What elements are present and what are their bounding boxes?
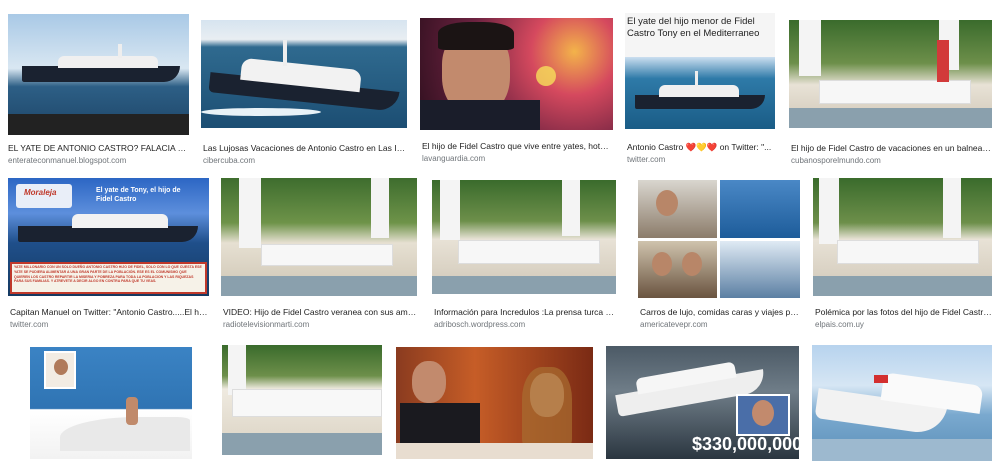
result-tile[interactable]	[222, 345, 382, 459]
yacht-deck-thumbnail[interactable]	[30, 347, 192, 459]
result-tile[interactable]: Polémica por las fotos del hijo de Fidel…	[813, 178, 992, 333]
result-caption[interactable]: Antonio Castro ❤️💛❤️ on Twitter: "...	[627, 141, 775, 153]
yacht-harbor-thumbnail[interactable]	[812, 345, 992, 461]
result-source: twitter.com	[627, 155, 666, 164]
result-source: elpais.com.uy	[815, 320, 864, 329]
result-tile[interactable]: El hijo de Fidel Castro que vive entre y…	[420, 18, 613, 168]
result-tile[interactable]: Carros de lujo, comidas caras y viajes p…	[638, 180, 800, 333]
beach-lounge-thumbnail[interactable]	[222, 345, 382, 455]
result-caption[interactable]: EL YATE DE ANTONIO CASTRO? FALACIA NOT..…	[8, 142, 189, 154]
result-caption[interactable]: Polémica por las fotos del hijo de Fidel…	[815, 306, 992, 318]
result-tile[interactable]: El hijo de Fidel Castro de vacaciones en…	[789, 20, 992, 168]
result-tile[interactable]	[812, 345, 992, 461]
beach-lounge-thumbnail[interactable]	[789, 20, 992, 128]
result-caption[interactable]: Capitan Manuel on Twitter: "Antonio Cast…	[10, 306, 209, 318]
result-source: americatevepr.com	[640, 320, 708, 329]
result-caption[interactable]: VIDEO: Hijo de Fidel Castro veranea con …	[223, 306, 417, 318]
collage-thumbnail[interactable]	[638, 180, 800, 298]
result-tile[interactable]: $330,000,000	[606, 346, 799, 459]
yacht-thumbnail[interactable]	[8, 14, 189, 135]
result-tile[interactable]: El yate del hijo menor de Fidel Castro T…	[625, 13, 775, 168]
result-tile[interactable]	[396, 347, 593, 459]
result-source: cubanosporelmundo.com	[791, 156, 881, 165]
beach-lounge-thumbnail[interactable]	[432, 180, 616, 294]
beach-lounge-thumbnail[interactable]	[813, 178, 992, 296]
result-source: cibercuba.com	[203, 156, 256, 165]
meme-title: El yate de Tony, el hijo de Fidel Castro	[96, 187, 181, 203]
result-tile[interactable]: Información para Incredulos :La prensa t…	[432, 180, 616, 333]
result-tile[interactable]: Moraleja El yate de Tony, el hijo de Fid…	[8, 178, 209, 333]
beach-lounge-thumbnail[interactable]	[221, 178, 417, 296]
result-caption[interactable]: El hijo de Fidel Castro de vacaciones en…	[791, 142, 992, 154]
result-caption[interactable]: El hijo de Fidel Castro que vive entre y…	[422, 140, 613, 152]
meme-logo: Moraleja	[24, 188, 57, 197]
result-source: lavanguardia.com	[422, 154, 486, 163]
yacht-thumbnail[interactable]: El yate del hijo menor de Fidel Castro T…	[625, 13, 775, 129]
yacht-thumbnail[interactable]	[201, 20, 407, 128]
thumbnail-overlay-text: El yate del hijo menor de Fidel Castro T…	[627, 16, 760, 39]
price-overlay-text: $330,000,000	[692, 434, 799, 454]
meme-body-text: YATE MILLONARIO CON UN SOLO DUEÑO ANTONI…	[14, 265, 202, 284]
result-source: radiotelevisionmarti.com	[223, 320, 310, 329]
result-source: enterateconmanuel.blogspot.com	[8, 156, 127, 165]
result-source: twitter.com	[10, 320, 49, 329]
result-tile[interactable]: Las Lujosas Vacaciones de Antonio Castro…	[201, 20, 407, 168]
couple-dining-thumbnail[interactable]	[396, 347, 593, 459]
result-source: adribosch.wordpress.com	[434, 320, 526, 329]
result-tile[interactable]: EL YATE DE ANTONIO CASTRO? FALACIA NOT..…	[8, 14, 189, 168]
result-tile[interactable]	[30, 347, 192, 459]
result-caption[interactable]: Carros de lujo, comidas caras y viajes p…	[640, 306, 800, 318]
result-tile[interactable]: VIDEO: Hijo de Fidel Castro veranea con …	[221, 178, 417, 333]
result-caption[interactable]: Las Lujosas Vacaciones de Antonio Castro…	[203, 142, 407, 154]
yacht-price-thumbnail[interactable]: $330,000,000	[606, 346, 799, 459]
result-caption[interactable]: Información para Incredulos :La prensa t…	[434, 306, 616, 318]
portrait-thumbnail[interactable]	[420, 18, 613, 130]
yacht-meme-thumbnail[interactable]: Moraleja El yate de Tony, el hijo de Fid…	[8, 178, 209, 296]
image-results-page: { "results": [ {"caption": "EL YATE DE A…	[0, 0, 999, 464]
